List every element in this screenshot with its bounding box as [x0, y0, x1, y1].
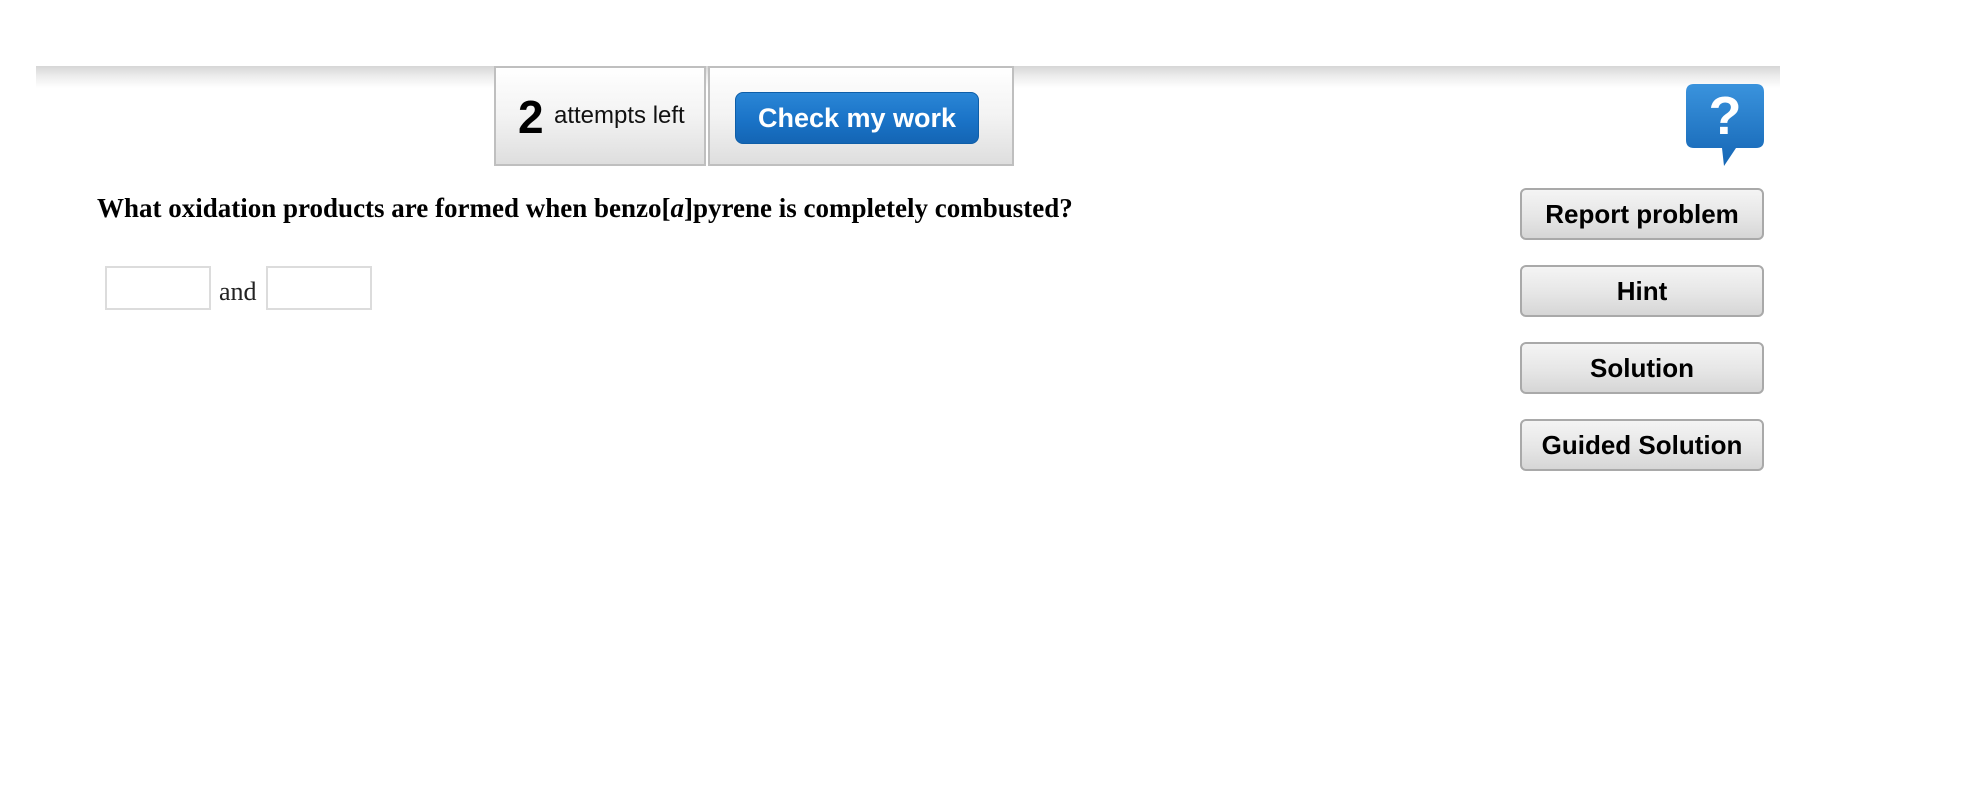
answer-field-2[interactable]: [266, 266, 372, 310]
hint-button[interactable]: Hint: [1520, 265, 1764, 317]
question-text: What oxidation products are formed when …: [97, 193, 1073, 224]
answer-connector: and: [219, 277, 257, 306]
solution-button[interactable]: Solution: [1520, 342, 1764, 394]
guided-solution-button[interactable]: Guided Solution: [1520, 419, 1764, 471]
question-italic: a: [670, 193, 685, 223]
report-problem-button[interactable]: Report problem: [1520, 188, 1764, 240]
attempts-count: 2: [518, 91, 544, 143]
question-mark-glyph: ?: [1709, 86, 1742, 146]
check-my-work-button[interactable]: Check my work: [735, 92, 979, 144]
answer-field-1[interactable]: [105, 266, 211, 310]
question-speech-bubble-icon[interactable]: ?: [1686, 84, 1764, 168]
question-prefix: What oxidation products are formed when …: [97, 193, 671, 223]
attempts-counter: 2 attempts left: [494, 66, 706, 166]
attempts-label: attempts left: [554, 102, 685, 129]
check-work-panel: Check my work: [708, 66, 1014, 166]
question-suffix: ]pyrene is completely combusted?: [684, 193, 1073, 223]
